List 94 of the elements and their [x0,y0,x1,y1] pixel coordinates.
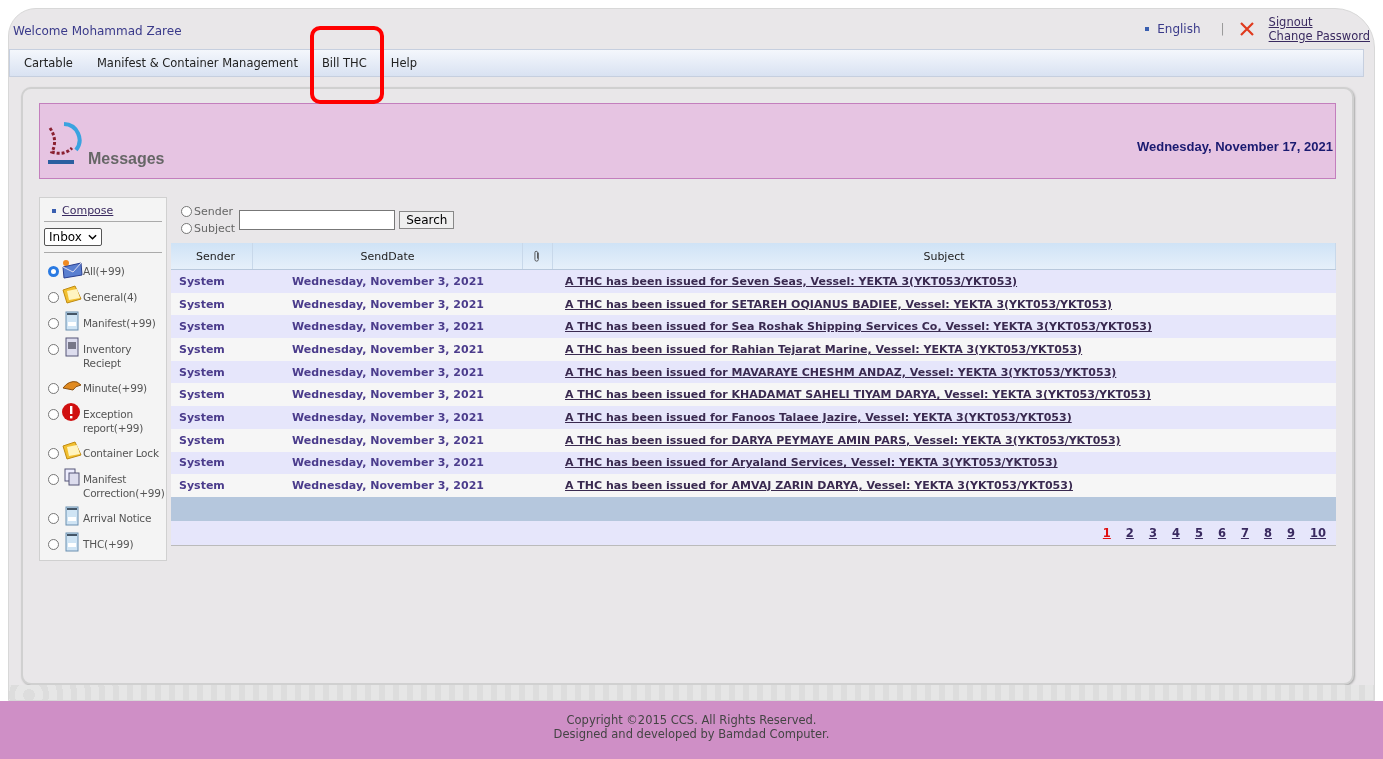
radio-button[interactable] [48,318,59,329]
welcome-text: Welcome Mohammad Zaree [13,24,182,38]
subject-link[interactable]: A THC has been issued for DARYA PEYMAYE AMIN PARS, Vessel: YEKTA 3(YKT053/YKT053) [553,433,1121,447]
column-header: SendDate [253,243,523,269]
table-cell-text: System [178,365,226,379]
separator-text: | [1220,22,1225,36]
page-link[interactable]: 3 [1148,525,1157,540]
table-cell-text: Wednesday, November 3, 2021 [291,274,485,288]
folder-label[interactable]: General(4) [83,285,162,304]
page-link[interactable]: 10 [1310,525,1326,540]
subject-link[interactable]: A THC has been issued for AMVAJ ZARIN DARYA, Vessel: YEKTA 3(YKT053/YKT053) [553,479,1073,493]
table-cell-text: System [178,479,226,493]
radio-button[interactable] [181,206,192,217]
page-link[interactable]: 5 [1194,525,1203,540]
table-cell-text: Wednesday, November 3, 2021 [291,388,485,402]
copy-icon [61,467,83,487]
option-label: Subject [194,222,236,235]
language-link[interactable]: English [1157,22,1201,36]
table-cell-text: System [178,433,226,447]
folder-icon [61,441,83,461]
subject-link[interactable]: A THC has been issued for Fanoos Talaee Jazire, Vessel: YEKTA 3(YKT053/YKT053) [553,410,1072,424]
folder-label[interactable]: Arrival Notice [83,506,162,525]
table-cell-text: Wednesday, November 3, 2021 [291,342,485,356]
menu-item[interactable]: Help [378,56,429,70]
folder-label[interactable]: Manifest(+99) [83,311,162,330]
column-header: Subject [553,243,1336,269]
paperclip-icon [534,250,541,262]
table-cell-text: System [178,274,226,288]
folder-label[interactable]: THC(+99) [83,532,162,551]
compose-link[interactable]: Compose [62,204,114,217]
table-cell-text: Wednesday, November 3, 2021 [291,433,485,447]
table-cell-text: System [178,456,226,470]
folder-label[interactable]: Exception report(+99) [83,402,162,435]
radio-button[interactable] [181,223,192,234]
close-icon[interactable] [1238,21,1255,37]
folder-label[interactable]: Container Lock [83,441,162,460]
option-label: Sender [194,205,233,218]
page-link[interactable]: 1 [1102,525,1111,540]
alert-icon [61,402,83,422]
page-link[interactable]: 4 [1171,525,1180,540]
subject-link[interactable]: A THC has been issued for KHADAMAT SAHELI TIYAM DARYA, Vessel: YEKTA 3(YKT053/YKT053) [553,388,1151,402]
page-link[interactable]: 8 [1263,525,1272,540]
radio-button[interactable] [48,539,59,550]
folder-icon [61,285,83,305]
page-link[interactable]: 7 [1240,525,1249,540]
radio-button[interactable] [48,266,59,277]
page-link[interactable]: 9 [1286,525,1295,540]
menu-item[interactable]: Cartable [22,56,85,70]
search-button[interactable]: Search [399,211,455,229]
table-cell-text: Wednesday, November 3, 2021 [291,320,485,334]
copyright-text: Copyright ©2015 CCS. All Rights Reserved. [566,713,817,727]
table-cell-text: System [178,297,226,311]
subject-link[interactable]: A THC has been issued for Sea Roshak Shipping Services Co, Vessel: YEKTA 3(YKT053/YKT053) [553,320,1152,334]
table-cell-text: Wednesday, November 3, 2021 [291,297,485,311]
table-cell-text: Wednesday, November 3, 2021 [291,410,485,424]
menu-item[interactable]: Bill THC [309,56,379,70]
change-password-link[interactable]: Change Password [1268,29,1370,43]
subject-link[interactable]: A THC has been issued for SETAREH OQIANUS BADIEE, Vessel: YEKTA 3(YKT053/YKT053) [553,297,1113,311]
table-cell-text: System [178,342,226,356]
bullet-icon [52,208,56,213]
table-cell-text: System [178,320,226,334]
radio-button[interactable] [48,513,59,524]
table-cell-text: Wednesday, November 3, 2021 [291,365,485,379]
column-header: Sender [171,243,253,269]
table-cell-text: Wednesday, November 3, 2021 [291,456,485,470]
radio-button[interactable] [48,409,59,420]
radio-button[interactable] [48,474,59,485]
envelope-icon [61,259,83,279]
subject-link[interactable]: A THC has been issued for MAVARAYE CHESHM ANDAZ, Vessel: YEKTA 3(YKT053/YKT053) [553,365,1117,379]
folder-dropdown[interactable]: Inbox [44,228,102,246]
radio-button[interactable] [48,344,59,355]
page-link[interactable]: 2 [1125,525,1134,540]
folder-label[interactable]: Minute(+99) [83,376,162,395]
signout-link[interactable]: Signout [1268,15,1370,29]
search-field[interactable] [239,210,396,230]
folder-label[interactable]: Manifest Correction(+99) [83,467,162,500]
caret-icon [87,234,97,240]
page-title: Messages [88,150,165,168]
page-link[interactable]: 6 [1217,525,1226,540]
menu-item[interactable]: Manifest & Container Management [84,56,310,70]
subject-link[interactable]: A THC has been issued for Rahian Tejarat Marine, Vessel: YEKTA 3(YKT053/YKT053) [553,342,1083,356]
table-cell-text: Wednesday, November 3, 2021 [291,479,485,493]
bullet-icon [1145,27,1150,31]
radio-button[interactable] [48,383,59,394]
folder-label[interactable]: Inventory Reciept [83,337,162,370]
subject-link[interactable]: A THC has been issued for Seven Seas, Vessel: YEKTA 3(YKT053/YKT053) [553,274,1018,288]
table-cell-text: System [178,388,226,402]
date-text: Wednesday, November 17, 2021 [1136,139,1333,154]
folder-label[interactable]: All(+99) [83,259,162,278]
radio-button[interactable] [48,292,59,303]
credit-text: Designed and developed by Bamdad Computer. [553,727,830,741]
radio-button[interactable] [48,448,59,459]
table-cell-text: System [178,410,226,424]
subject-link[interactable]: A THC has been issued for Aryaland Services, Vessel: YEKTA 3(YKT053/YKT053) [553,456,1058,470]
